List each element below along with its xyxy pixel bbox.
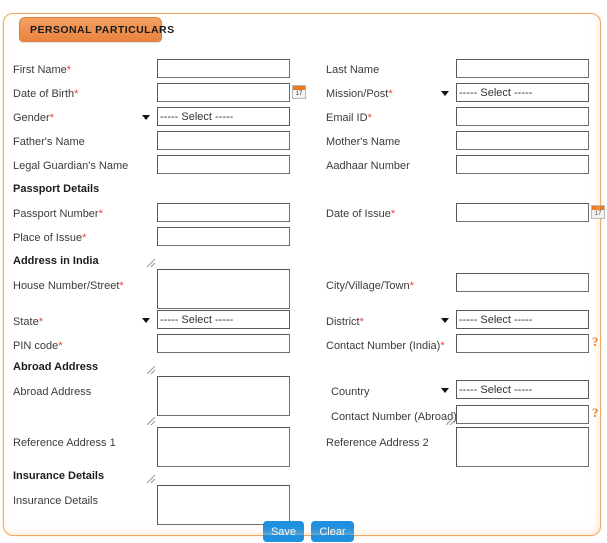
label-aadhaar-number: Aadhaar Number: [326, 160, 410, 172]
label-abroad-address: Abroad Address: [13, 386, 92, 398]
required-marker: *: [388, 88, 393, 100]
label-legal-guardian-name: Legal Guardian's Name: [13, 160, 129, 172]
section-heading-insurance: Insurance Details: [13, 470, 105, 482]
help-icon[interactable]: ?: [592, 406, 599, 419]
place-of-issue-input[interactable]: [157, 227, 290, 246]
section-heading-abroad-address: Abroad Address: [13, 361, 99, 373]
help-icon[interactable]: ?: [592, 335, 599, 348]
label-date-of-issue: Date of Issue*: [326, 208, 396, 220]
label-first-name: First Name*: [13, 64, 72, 76]
label-reference-address-2: Reference Address 2: [326, 437, 429, 449]
save-button[interactable]: Save: [263, 521, 304, 542]
district-select[interactable]: ----- Select -----: [456, 310, 589, 329]
date-of-birth-input[interactable]: [157, 83, 290, 102]
required-marker: *: [98, 208, 103, 220]
fathers-name-input[interactable]: [157, 131, 290, 150]
mothers-name-input[interactable]: [456, 131, 589, 150]
house-number-street-textarea[interactable]: [157, 269, 290, 309]
first-name-input[interactable]: [157, 59, 290, 78]
last-name-input[interactable]: [456, 59, 589, 78]
label-place-of-issue: Place of Issue*: [13, 232, 87, 244]
calendar-icon[interactable]: 17: [591, 205, 605, 219]
reference-address-1-textarea[interactable]: [157, 427, 290, 467]
state-select[interactable]: ----- Select -----: [157, 310, 290, 329]
gender-select[interactable]: ----- Select -----: [157, 107, 290, 126]
label-district: District*: [326, 316, 364, 328]
required-marker: *: [359, 316, 364, 328]
panel-header-tab: PERSONAL PARTICULARS: [19, 17, 174, 42]
label-passport-number: Passport Number*: [13, 208, 103, 220]
required-marker: *: [66, 64, 72, 76]
label-email-id: Email ID*: [326, 112, 372, 124]
label-last-name: Last Name: [326, 64, 380, 76]
label-gender: Gender*: [13, 112, 54, 124]
required-marker: *: [119, 280, 124, 292]
abroad-address-textarea[interactable]: [157, 376, 290, 416]
required-marker: *: [440, 340, 445, 352]
label-mothers-name: Mother's Name: [326, 136, 401, 148]
country-select[interactable]: ----- Select -----: [456, 380, 589, 399]
required-marker: *: [82, 232, 87, 244]
required-marker: *: [38, 316, 43, 328]
pin-code-input[interactable]: [157, 334, 290, 353]
label-country: Country: [331, 386, 370, 398]
label-city-village-town: City/Village/Town*: [326, 280, 414, 292]
section-heading-address-india: Address in India: [13, 255, 99, 267]
label-fathers-name: Father's Name: [13, 136, 85, 148]
clear-button[interactable]: Clear: [311, 521, 354, 542]
passport-number-input[interactable]: [157, 203, 290, 222]
required-marker: *: [49, 112, 54, 124]
legal-guardian-name-input[interactable]: [157, 155, 290, 174]
aadhaar-number-input[interactable]: [456, 155, 589, 174]
label-state: State*: [13, 316, 43, 328]
mission-post-select[interactable]: ----- Select -----: [456, 83, 589, 102]
required-marker: *: [367, 112, 372, 124]
section-heading-passport: Passport Details: [13, 183, 100, 195]
insurance-details-textarea[interactable]: [157, 485, 290, 525]
contact-number-india-input[interactable]: [456, 334, 589, 353]
label-contact-number-india: Contact Number (India)*: [326, 340, 445, 352]
required-marker: *: [58, 340, 63, 352]
label-contact-number-abroad: Contact Number (Abroad): [331, 411, 457, 423]
date-of-issue-input[interactable]: [456, 203, 589, 222]
personal-particulars-panel: PERSONAL PARTICULARS First Name* Last Na…: [3, 13, 605, 542]
label-date-of-birth: Date of Birth*: [13, 88, 79, 100]
calendar-icon-day: 17: [594, 211, 602, 217]
calendar-icon-day: 17: [295, 91, 303, 97]
label-insurance-details: Insurance Details: [13, 495, 98, 507]
panel-title: PERSONAL PARTICULARS: [30, 23, 175, 36]
reference-address-2-textarea[interactable]: [456, 427, 589, 467]
calendar-icon[interactable]: 17: [292, 85, 306, 99]
required-marker: *: [390, 208, 396, 220]
label-reference-address-1: Reference Address 1: [13, 437, 116, 449]
label-house-number-street: House Number/Street*: [13, 280, 124, 292]
required-marker: *: [74, 88, 79, 100]
label-pin-code: PIN code*: [13, 340, 63, 352]
email-id-input[interactable]: [456, 107, 589, 126]
city-village-town-input[interactable]: [456, 273, 589, 292]
contact-number-abroad-input[interactable]: [456, 405, 589, 424]
label-mission-post: Mission/Post*: [326, 88, 393, 100]
required-marker: *: [409, 280, 414, 292]
